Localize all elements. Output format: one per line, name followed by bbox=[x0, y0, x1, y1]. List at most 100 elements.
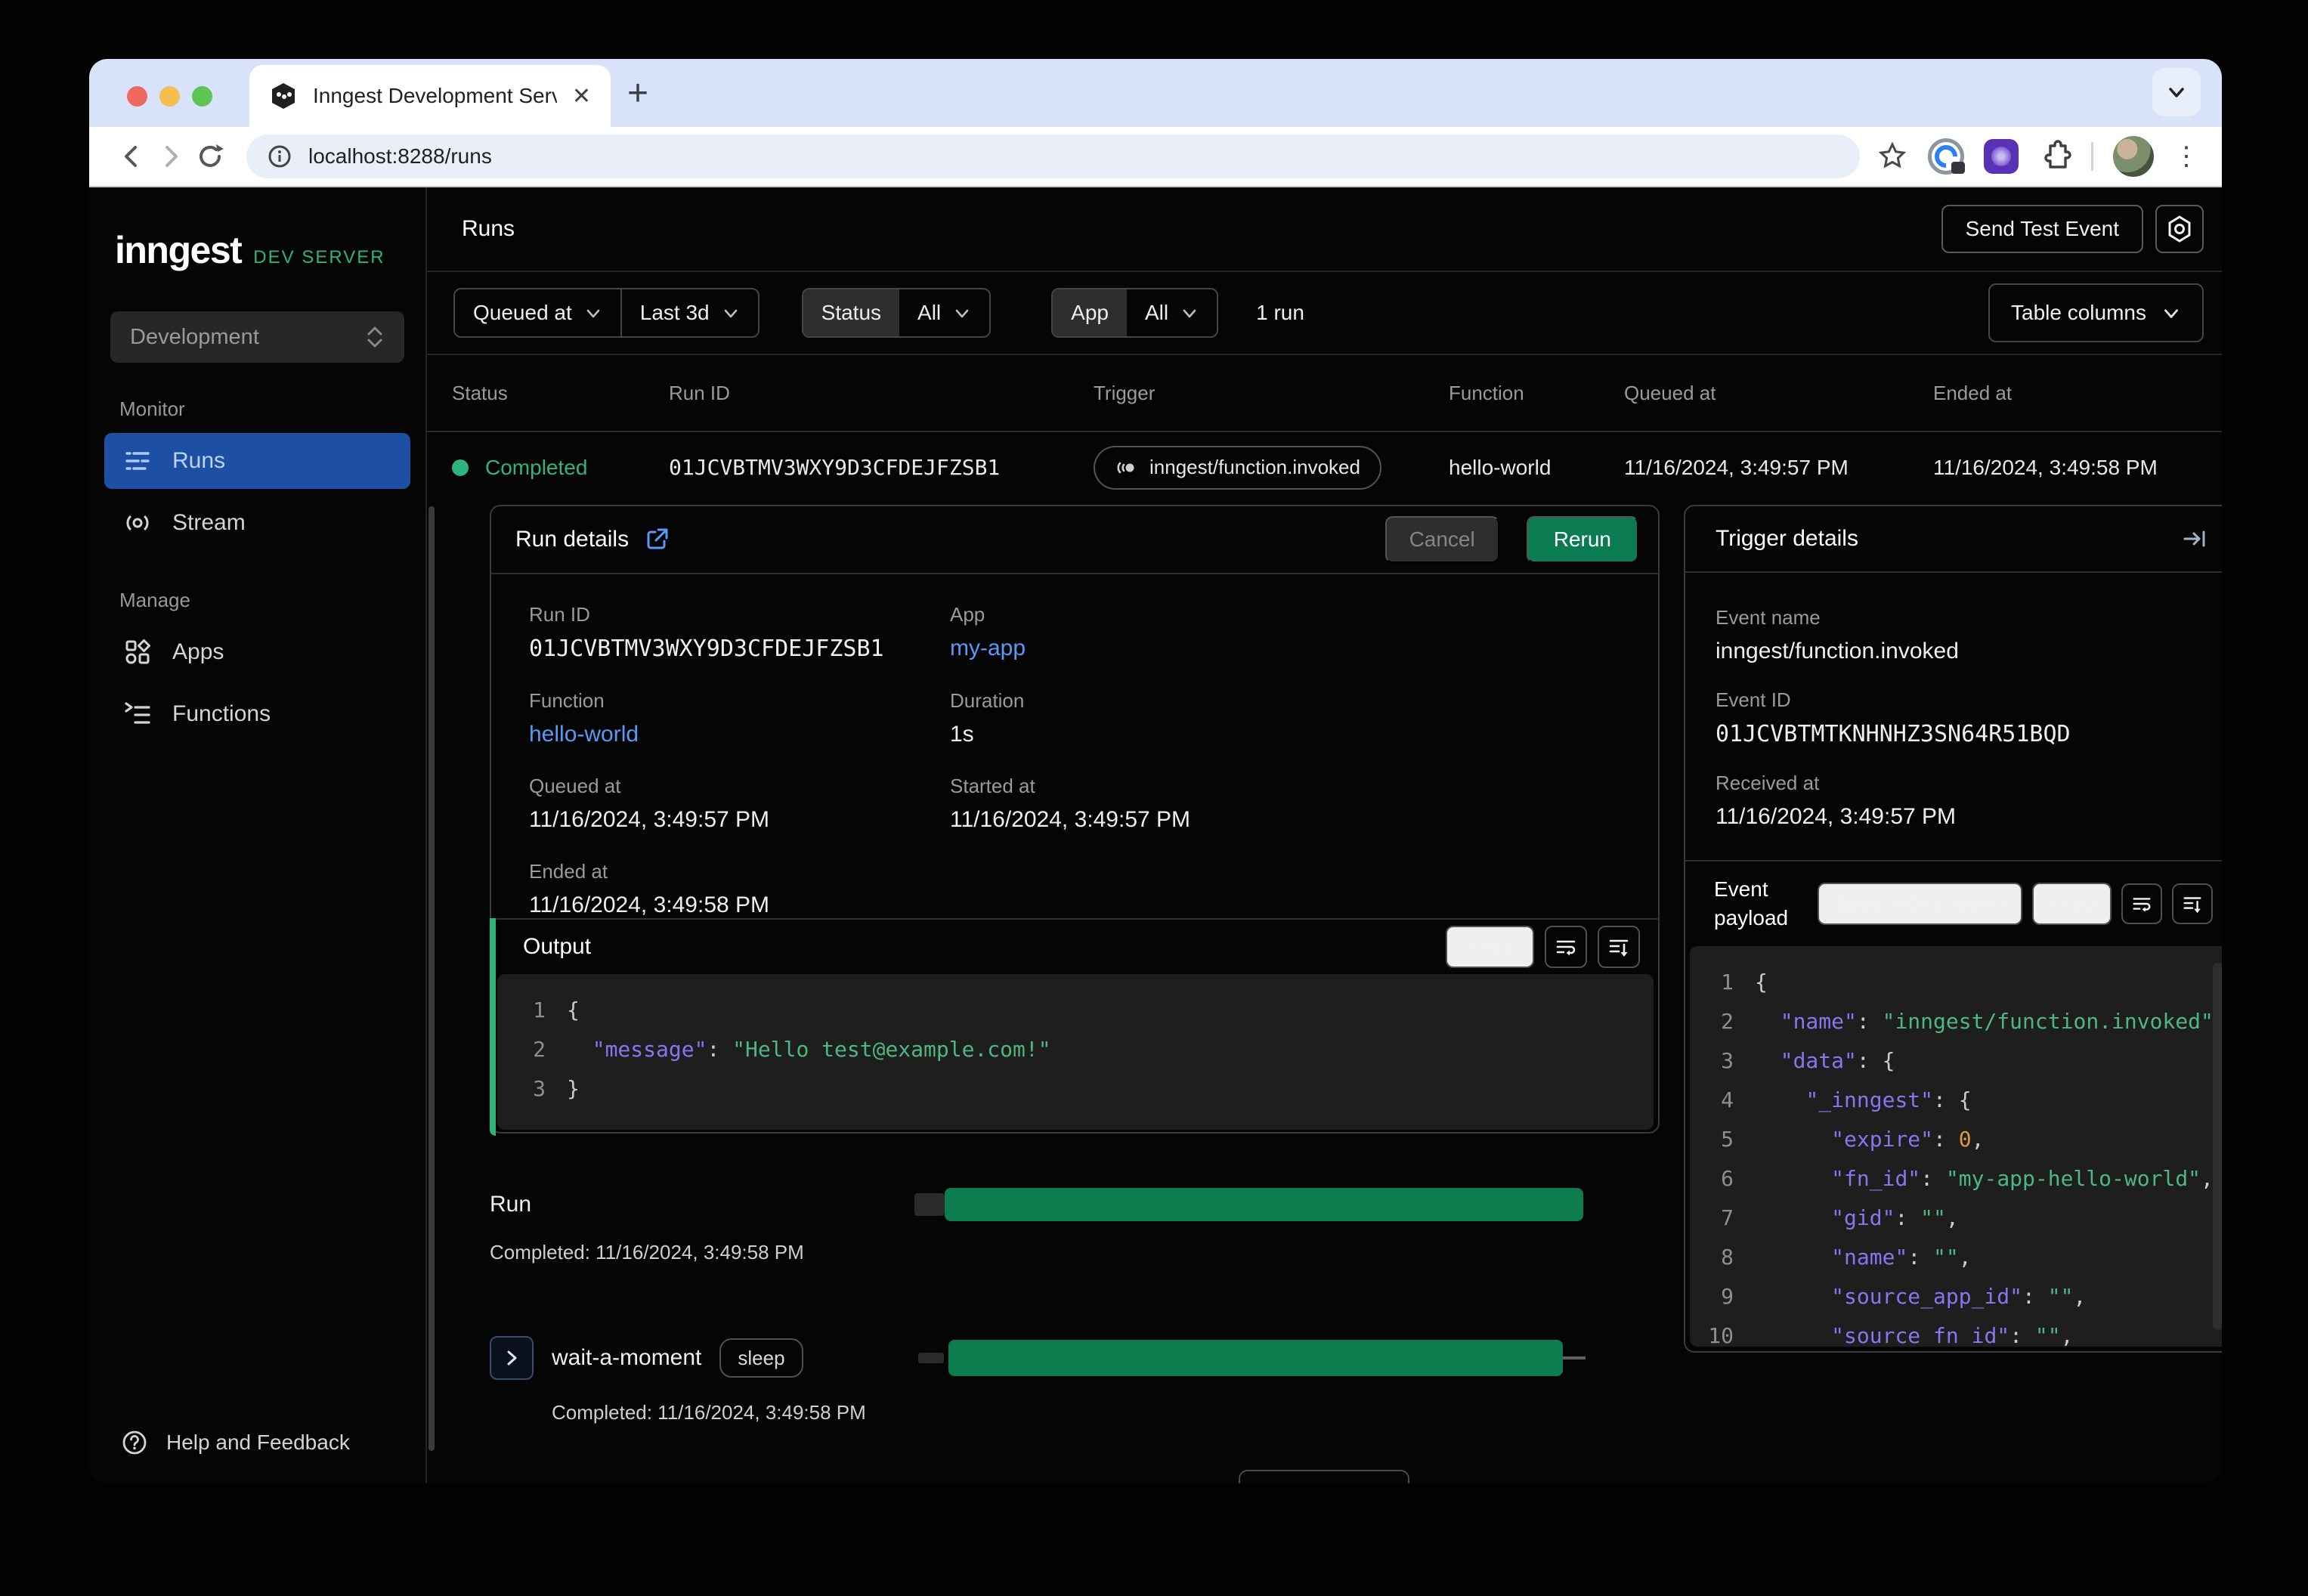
timeline-step-row[interactable]: wait-a-moment sleep bbox=[490, 1336, 1660, 1380]
step-name: wait-a-moment bbox=[552, 1345, 702, 1370]
queued-at-cell: 11/16/2024, 3:49:57 PM bbox=[1624, 455, 1849, 479]
status-filter-label: Status bbox=[803, 289, 900, 336]
reload-icon[interactable] bbox=[190, 141, 230, 172]
table-columns-button[interactable]: Table columns bbox=[1988, 283, 2204, 342]
status-text: Completed bbox=[485, 455, 588, 479]
run-detail-content: Run details Cancel Rerun Run ID 01JCVBTM… bbox=[427, 503, 2222, 1483]
col-header[interactable]: Queued at bbox=[1624, 382, 1933, 405]
close-window-button[interactable] bbox=[127, 86, 147, 107]
output-status-stripe bbox=[490, 918, 496, 1136]
time-field-dropdown[interactable]: Queued at bbox=[455, 289, 620, 336]
status-dot-completed bbox=[452, 459, 469, 476]
forward-icon[interactable] bbox=[151, 141, 190, 172]
help-and-feedback[interactable]: Help and Feedback bbox=[89, 1427, 425, 1458]
filter-row: Queued at Last 3d Status All App All 1 r… bbox=[427, 272, 2222, 355]
rerun-button[interactable]: Rerun bbox=[1526, 516, 1638, 563]
sidebar-item-stream[interactable]: Stream bbox=[104, 495, 410, 551]
chevron-down-icon bbox=[955, 309, 969, 318]
status-filter-dropdown[interactable]: All bbox=[899, 289, 989, 336]
copy-payload-button[interactable]: Copy bbox=[2031, 883, 2112, 925]
environment-select[interactable]: Development bbox=[110, 311, 404, 363]
browser-menu-icon[interactable]: ⋮ bbox=[2173, 141, 2199, 172]
inngest-wordmark: inngest bbox=[115, 229, 243, 271]
col-header[interactable]: Run ID bbox=[669, 382, 1094, 405]
external-link-icon[interactable] bbox=[644, 527, 670, 552]
step-progress-bar[interactable] bbox=[948, 1340, 1563, 1376]
event-payload-code[interactable]: 1{2 "name": "inngest/function.invoked",3… bbox=[1690, 946, 2222, 1347]
event-payload-header: Event payload Send to Dev Server Copy bbox=[1685, 861, 2222, 946]
sidebar-item-runs[interactable]: Runs bbox=[104, 433, 410, 489]
output-code[interactable]: 1{2 "message": "Hello test@example.com!"… bbox=[497, 974, 1654, 1130]
cancel-button[interactable]: Cancel bbox=[1384, 516, 1499, 563]
runs-icon bbox=[125, 452, 150, 470]
field-value: 11/16/2024, 3:49:57 PM bbox=[1716, 804, 1957, 829]
run-details-fields: Run ID 01JCVBTMV3WXY9D3CFDEJFZSB1 App my… bbox=[491, 574, 1658, 918]
field-app: App my-app bbox=[950, 603, 1658, 662]
field-value: 11/16/2024, 3:49:57 PM bbox=[950, 807, 1191, 832]
screenshot-stage: Inngest Development Server ✕ + localhost… bbox=[0, 0, 2308, 1596]
scroll-to-bottom-button[interactable] bbox=[1598, 926, 1640, 968]
copy-output-button[interactable]: Copy bbox=[1446, 926, 1534, 968]
app-filter-dropdown[interactable]: All bbox=[1127, 289, 1217, 336]
settings-button[interactable] bbox=[2155, 205, 2204, 253]
back-icon[interactable] bbox=[112, 141, 151, 172]
new-tab-button[interactable]: + bbox=[627, 73, 648, 114]
extensions-puzzle-icon[interactable] bbox=[2038, 140, 2071, 173]
step-completed-text: Completed: 11/16/2024, 3:49:58 PM bbox=[552, 1401, 866, 1424]
zoom-window-button[interactable] bbox=[192, 86, 212, 107]
main-scrollbar[interactable] bbox=[428, 506, 435, 1451]
step-bar-tail bbox=[1563, 1356, 1586, 1359]
sidebar-item-label: Apps bbox=[172, 639, 224, 664]
field-duration: Duration 1s bbox=[950, 689, 1658, 747]
field-label: Started at bbox=[950, 775, 1035, 797]
run-progress-bar[interactable] bbox=[945, 1188, 1583, 1221]
tab-title: Inngest Development Server bbox=[313, 84, 557, 107]
bookmark-star-icon[interactable] bbox=[1876, 141, 1908, 172]
page-title: Runs bbox=[462, 216, 515, 241]
output-title: Output bbox=[523, 934, 592, 959]
status-cell: Completed bbox=[452, 456, 669, 480]
load-more-button-partial[interactable] bbox=[1239, 1470, 1409, 1483]
col-header[interactable]: Trigger bbox=[1094, 382, 1449, 405]
function-link[interactable]: hello-world bbox=[529, 722, 950, 747]
url-bar[interactable]: localhost:8288/runs bbox=[246, 135, 1860, 178]
send-to-dev-server-button[interactable]: Send to Dev Server bbox=[1818, 883, 2022, 925]
col-header[interactable]: Function bbox=[1449, 382, 1624, 405]
scroll-to-bottom-button[interactable] bbox=[2171, 883, 2213, 924]
send-test-event-button[interactable]: Send Test Event bbox=[1941, 205, 2143, 253]
password-manager-icon[interactable] bbox=[1928, 138, 1965, 175]
chevron-down-icon bbox=[724, 309, 737, 318]
sidebar-item-apps[interactable]: Apps bbox=[104, 624, 410, 680]
site-info-icon[interactable] bbox=[266, 143, 293, 170]
sidebar-item-functions[interactable]: Functions bbox=[104, 686, 410, 742]
tab-close-icon[interactable]: ✕ bbox=[572, 83, 591, 110]
status-filter-value: All bbox=[917, 301, 942, 324]
extension-purple-icon[interactable] bbox=[1984, 139, 2019, 174]
wrap-text-button[interactable] bbox=[1545, 926, 1587, 968]
trigger-pill[interactable]: inngest/function.invoked bbox=[1094, 445, 1381, 490]
payload-scrollbar[interactable] bbox=[2212, 963, 2222, 1330]
field-label: Event name bbox=[1716, 606, 1821, 629]
collapse-panel-icon[interactable] bbox=[2181, 525, 2208, 552]
expand-step-button[interactable] bbox=[490, 1336, 534, 1380]
minimize-window-button[interactable] bbox=[159, 86, 180, 107]
time-range-dropdown[interactable]: Last 3d bbox=[620, 289, 758, 336]
run-details-title: Run details bbox=[515, 527, 630, 552]
run-table-row[interactable]: Completed 01JCVBTMV3WXY9D3CFDEJFZSB1 inn… bbox=[427, 431, 2222, 503]
url-text[interactable]: localhost:8288/runs bbox=[308, 144, 492, 169]
browser-window: Inngest Development Server ✕ + localhost… bbox=[89, 59, 2222, 1483]
profile-avatar[interactable] bbox=[2113, 136, 2154, 177]
app-link[interactable]: my-app bbox=[950, 636, 1658, 661]
wrap-text-button[interactable] bbox=[2121, 883, 2162, 924]
browser-tab[interactable]: Inngest Development Server ✕ bbox=[249, 65, 611, 127]
event-payload-label: Event payload bbox=[1714, 877, 1789, 929]
app-filter-label: App bbox=[1053, 289, 1127, 336]
toolbar-separator bbox=[2091, 142, 2093, 171]
field-label: Duration bbox=[950, 689, 1025, 712]
chevron-down-icon bbox=[586, 309, 600, 318]
col-header[interactable]: Status bbox=[452, 382, 669, 405]
field-function: Function hello-world bbox=[529, 689, 950, 747]
tab-search-chevron-icon[interactable] bbox=[2152, 68, 2201, 116]
timeline-run-row[interactable]: Run bbox=[490, 1188, 1660, 1221]
col-header[interactable]: Ended at bbox=[1933, 382, 2222, 405]
